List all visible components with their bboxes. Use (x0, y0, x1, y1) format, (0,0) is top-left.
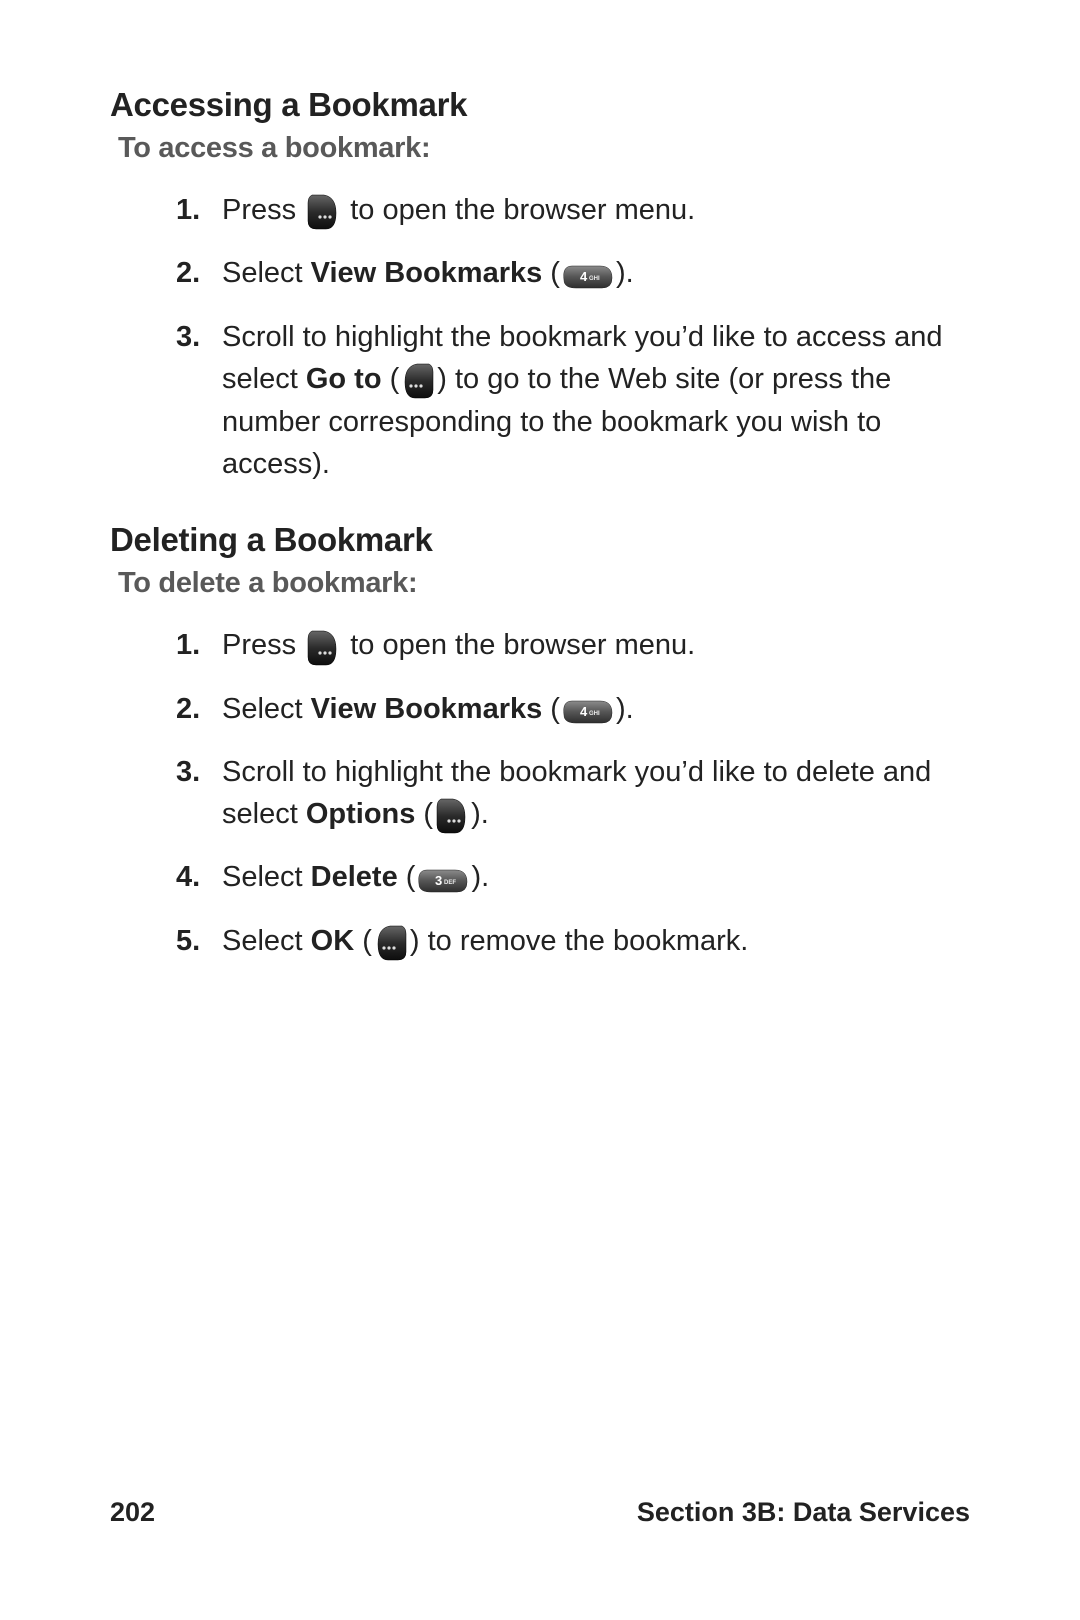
page-number: 202 (110, 1497, 155, 1528)
step-body: Press to open the browser menu. (222, 629, 695, 661)
softkey-right-icon (306, 626, 340, 668)
steps-list-delete: 1.Press to open the browser menu.2.Selec… (110, 624, 970, 963)
list-item: 2.Select View Bookmarks ( 4 GHI ). (182, 252, 970, 295)
subheading-access: To access a bookmark: (118, 132, 970, 165)
softkey-right-icon (435, 794, 469, 836)
list-item: 1.Press to open the browser menu. (182, 189, 970, 232)
step-body: Scroll to highlight the bookmark you’d l… (222, 321, 943, 480)
steps-list-access: 1.Press to open the browser menu.2.Selec… (110, 189, 970, 485)
bold-term: Delete (311, 861, 398, 893)
heading-accessing-bookmark: Accessing a Bookmark (110, 86, 970, 124)
list-item: 3.Scroll to highlight the bookmark you’d… (182, 751, 970, 836)
svg-text:GHI: GHI (589, 276, 600, 282)
step-number: 2. (176, 252, 200, 294)
page-footer: 202 Section 3B: Data Services (110, 1497, 970, 1528)
list-item: 4.Select Delete ( 3 DEF ). (182, 856, 970, 899)
softkey-left-icon (401, 359, 435, 401)
step-number: 3. (176, 316, 200, 358)
softkey-left-icon (374, 921, 408, 963)
svg-text:4: 4 (580, 704, 588, 719)
step-body: Press to open the browser menu. (222, 194, 695, 226)
bold-term: View Bookmarks (311, 257, 543, 289)
svg-text:DEF: DEF (444, 880, 456, 886)
list-item: 1.Press to open the browser menu. (182, 624, 970, 667)
section-label: Section 3B: Data Services (637, 1497, 970, 1528)
bold-term: OK (311, 925, 355, 957)
subheading-delete: To delete a bookmark: (118, 567, 970, 600)
key-4ghi-icon: 4 GHI (562, 254, 614, 296)
softkey-right-icon (306, 190, 340, 232)
manual-page: Accessing a Bookmark To access a bookmar… (0, 0, 1080, 1620)
heading-deleting-bookmark: Deleting a Bookmark (110, 521, 970, 559)
step-body: Select View Bookmarks ( 4 GHI ). (222, 257, 634, 289)
step-body: Select Delete ( 3 DEF ). (222, 861, 489, 893)
step-number: 2. (176, 688, 200, 730)
bold-term: Options (306, 798, 416, 830)
bold-term: Go to (306, 363, 382, 395)
svg-text:GHI: GHI (589, 711, 600, 717)
list-item: 2.Select View Bookmarks ( 4 GHI ). (182, 688, 970, 731)
step-number: 3. (176, 751, 200, 793)
step-body: Scroll to highlight the bookmark you’d l… (222, 756, 931, 830)
list-item: 5.Select OK ( ) to remove the bookmark. (182, 920, 970, 963)
step-number: 1. (176, 189, 200, 231)
step-number: 1. (176, 624, 200, 666)
svg-text:3: 3 (435, 873, 442, 888)
step-body: Select View Bookmarks ( 4 GHI ). (222, 693, 634, 725)
key-4ghi-icon: 4 GHI (562, 689, 614, 731)
svg-text:4: 4 (580, 269, 588, 284)
step-number: 5. (176, 920, 200, 962)
step-body: Select OK ( ) to remove the bookmark. (222, 925, 748, 957)
list-item: 3.Scroll to highlight the bookmark you’d… (182, 316, 970, 486)
bold-term: View Bookmarks (311, 693, 543, 725)
step-number: 4. (176, 856, 200, 898)
key-3def-icon: 3 DEF (417, 858, 469, 900)
